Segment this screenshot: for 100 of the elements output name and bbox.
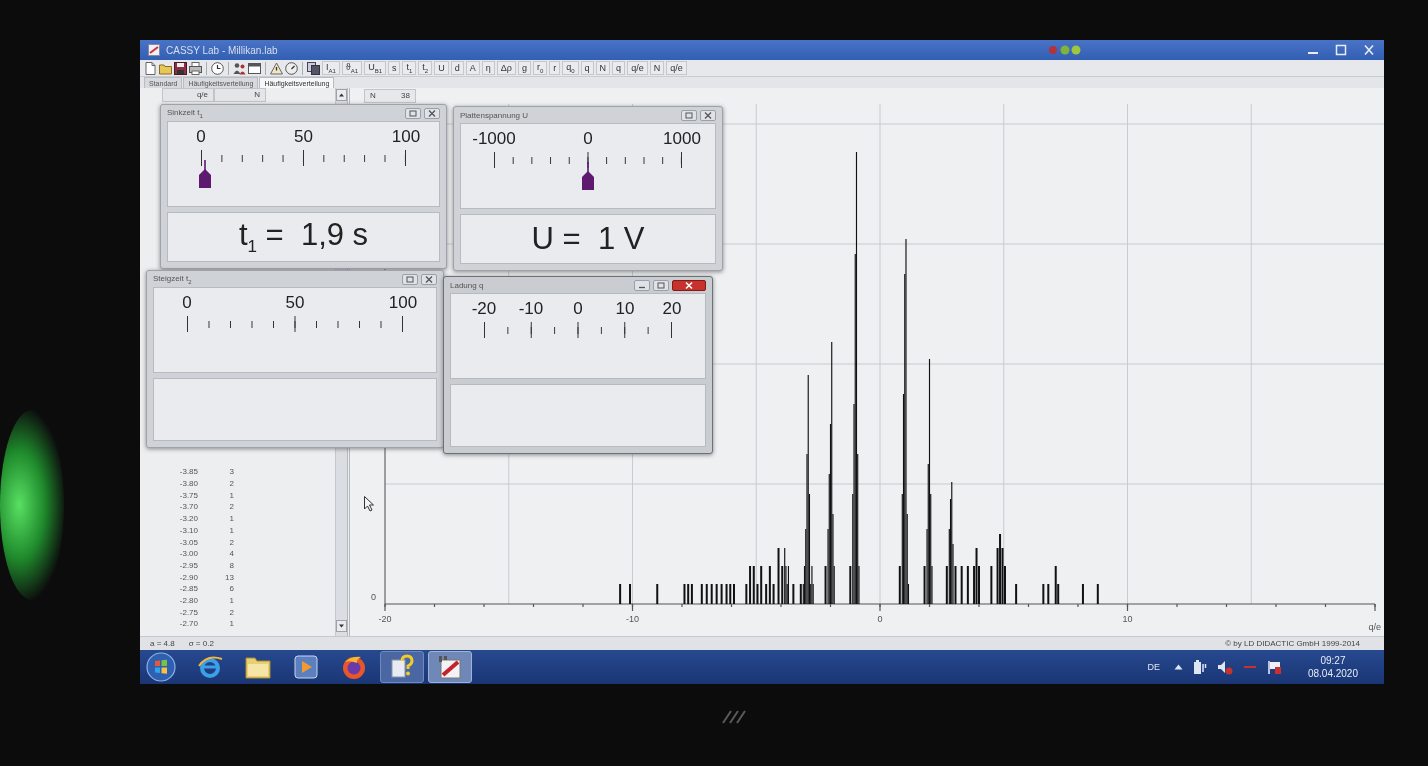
close-icon[interactable]: [421, 273, 437, 285]
scale-label: 50: [285, 292, 305, 314]
help-document-icon: [389, 654, 415, 680]
toolbar-button[interactable]: q: [612, 61, 626, 75]
table-cell-text: -3.80: [178, 478, 198, 490]
folder-icon[interactable]: [159, 61, 172, 75]
histogram-bar: [1015, 584, 1018, 604]
toolbar-button[interactable]: η: [481, 61, 495, 75]
scale-label: 0: [573, 298, 583, 320]
taskbar-button[interactable]: [428, 651, 472, 683]
table-cell-text: -3.70: [178, 501, 198, 514]
histogram-bar: [700, 584, 703, 604]
meter-dialog-title: Sinkzeit t$_{1}$: [167, 107, 204, 119]
table-cell-text: 1: [228, 618, 234, 630]
table-cell-text: -3.85: [178, 466, 198, 479]
table-cell-text: 1: [228, 513, 234, 525]
table-cell-text: -2.75: [178, 606, 198, 619]
people-icon[interactable]: [233, 61, 246, 75]
scale-label: 50: [294, 126, 313, 148]
histogram-bar: [619, 584, 622, 604]
histogram-bar: [792, 584, 795, 604]
table-cell-text: -2.90: [178, 571, 198, 584]
status-reading: a = 4.8: [150, 639, 175, 648]
axis-tick-label: 10: [1122, 614, 1133, 624]
table-cell-text: 6: [228, 583, 234, 595]
histogram-bar: [966, 566, 969, 604]
toolbar-button[interactable]: Δρ: [496, 61, 516, 75]
toolbar-button[interactable]: N: [595, 61, 611, 75]
triangle-up-icon[interactable]: [1173, 664, 1183, 670]
battery-plug-icon[interactable]: [1192, 659, 1207, 675]
toolbar-button[interactable]: d: [450, 61, 464, 75]
table-cell-text: -2.85: [178, 583, 198, 595]
taskbar-button[interactable]: [380, 651, 424, 683]
clock-icon[interactable]: [211, 61, 224, 75]
table-cell-text: 2: [228, 501, 234, 514]
close-icon[interactable]: [672, 279, 706, 291]
scale-label: 1000: [663, 128, 701, 150]
chart-tile-icon: [437, 654, 463, 680]
scale-label: -20: [471, 298, 497, 320]
close-icon[interactable]: [424, 107, 440, 119]
column-header[interactable]: N: [214, 88, 266, 102]
scale-label: 0: [583, 128, 593, 150]
close-icon[interactable]: [1362, 44, 1376, 56]
toolbar-button[interactable]: q/e: [666, 61, 687, 75]
mouse-pointer-icon: [364, 496, 374, 512]
warning-triangle-icon[interactable]: [270, 61, 283, 75]
toolbar-button[interactable]: N: [649, 61, 665, 75]
printer-icon[interactable]: [189, 61, 202, 75]
histogram-bar: [1096, 584, 1099, 604]
histogram-bar: [1047, 584, 1050, 604]
scale-label: 0: [196, 126, 206, 148]
copyright-text: © by LD DIDACTIC GmbH 1999-2014: [1225, 639, 1360, 648]
new-file-icon[interactable]: [144, 61, 157, 75]
histogram-bar: [656, 584, 659, 604]
toolbar-button[interactable]: s: [387, 61, 401, 75]
table-cell-text: -3.10: [178, 524, 198, 537]
toolbar-button[interactable]: q/e: [627, 61, 648, 75]
toolbar-button[interactable]: U$_{B1}$: [364, 61, 386, 75]
scale-label: 100: [388, 292, 418, 314]
toolbar-button[interactable]: A: [465, 61, 480, 75]
chart-header-field[interactable]: N 38: [364, 89, 416, 103]
minimize-icon[interactable]: [634, 279, 650, 291]
table-cell-text: 1: [228, 489, 234, 502]
column-header[interactable]: q/e: [162, 88, 214, 102]
indicator-lights-icon: [1048, 45, 1082, 55]
clock-button[interactable]: 09:27 08.04.2020: [1301, 654, 1364, 680]
toolbar-button[interactable]: U: [434, 61, 449, 75]
language-button[interactable]: DE: [1143, 662, 1164, 672]
readout-value: U = 1 V: [531, 221, 645, 257]
copy-pages-icon[interactable]: [307, 61, 320, 75]
maximize-icon[interactable]: [1334, 44, 1348, 56]
toolbar-button[interactable]: I$_{A1}$: [322, 61, 340, 75]
toolbar-button[interactable]: t$_{2}$: [418, 61, 433, 75]
table-cell-text: 2: [228, 536, 234, 549]
meter-dialog-title: Ladung q: [450, 280, 485, 290]
toolbar-button[interactable]: g: [517, 61, 531, 75]
histogram-bar: [990, 566, 993, 604]
scale-label: -1000: [472, 128, 516, 150]
histogram-bar: [629, 584, 632, 604]
table-cell-text: 1: [228, 524, 234, 537]
toolbar-button[interactable]: q: [580, 61, 594, 75]
start-orb-icon[interactable]: [146, 652, 176, 682]
axis-tick-label: -10: [626, 614, 639, 624]
play-icon: [294, 655, 318, 679]
scale-label: 0: [182, 292, 192, 314]
flame-globe-icon: [341, 654, 367, 680]
gauge-icon[interactable]: [285, 61, 298, 75]
table-cell-text: 1: [228, 594, 234, 607]
speaker-icon[interactable]: [1216, 659, 1233, 675]
toolbar-button[interactable]: r: [549, 61, 561, 75]
close-icon[interactable]: [700, 109, 716, 121]
scale-label: 20: [662, 298, 682, 320]
table-cell-text: 2: [228, 478, 234, 490]
axis-tick-label: -20: [378, 614, 392, 624]
toolbar-button[interactable]: ϑ$_{A1}$: [341, 61, 363, 75]
toolbar-button[interactable]: t$_{1}$: [402, 61, 417, 75]
toolbar-button[interactable]: q$_{0}$: [562, 61, 579, 75]
window-icon[interactable]: [248, 61, 261, 75]
toolbar-button[interactable]: r$_{0}$: [532, 61, 548, 75]
flag-icon[interactable]: [1266, 659, 1282, 675]
